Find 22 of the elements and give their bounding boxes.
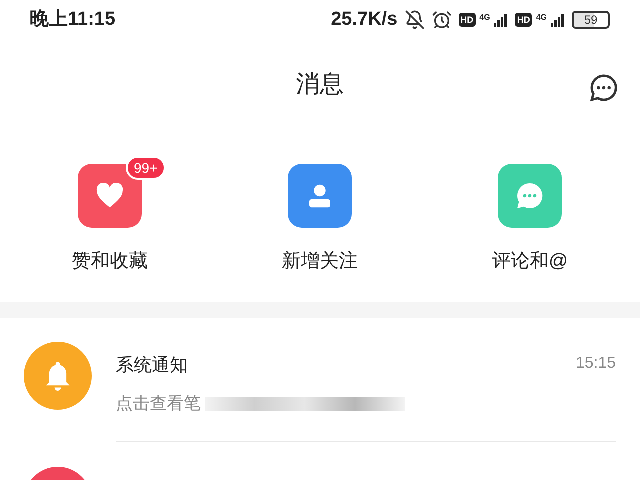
network-type: 4G xyxy=(536,13,547,23)
shortcut-button[interactable]: 新增关注 xyxy=(250,164,390,302)
message-preview: 点击查看笔 xyxy=(116,393,201,415)
shortcut-button[interactable]: 评论和@ xyxy=(460,164,600,302)
message-title: 系统通知 xyxy=(116,354,188,377)
status-time: 晚上11:15 xyxy=(30,8,116,32)
signal-icon xyxy=(494,13,508,27)
bell-icon xyxy=(45,361,71,391)
chat-bubble-icon[interactable] xyxy=(588,72,620,104)
hd-badge: HD xyxy=(458,13,476,27)
alarm-clock-icon xyxy=(432,10,452,30)
bell-off-icon xyxy=(404,10,425,30)
battery-percent: 59 xyxy=(584,14,598,26)
message-time: 15:15 xyxy=(576,354,616,374)
chat-bubble-icon xyxy=(515,181,545,211)
heart-icon xyxy=(96,183,124,209)
hd-badge: HD xyxy=(515,13,532,27)
network-type: 4G xyxy=(480,13,490,23)
signal-icon xyxy=(551,13,565,27)
count-badge: 99+ xyxy=(126,156,166,180)
network-speed: 25.7K/s xyxy=(331,8,398,32)
page-title: 消息 xyxy=(296,70,344,100)
